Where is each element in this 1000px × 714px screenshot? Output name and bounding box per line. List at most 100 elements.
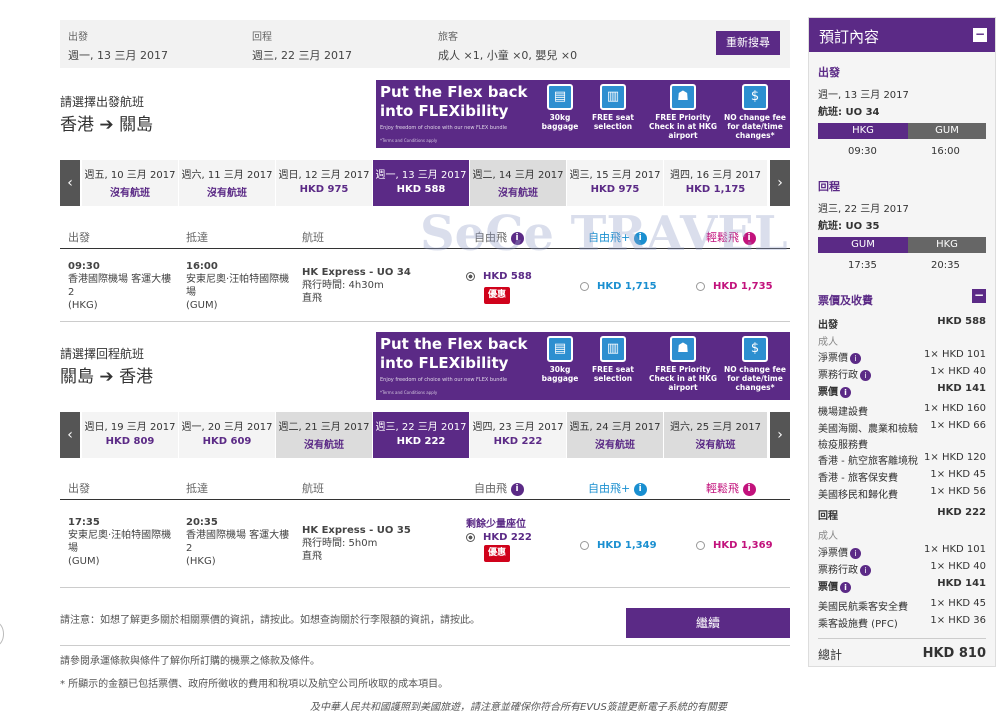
seat-icon: ▥ [600, 84, 626, 110]
research-button[interactable]: 重新搜尋 [716, 31, 780, 55]
sidebar-ret-date: 週三, 22 三月 2017 [818, 204, 909, 215]
fare-price: HKD 1,735 [713, 281, 773, 292]
checkin-feature: ☗ FREE Priority Check in at HKG airport [646, 336, 720, 392]
fare-price: HKD 1,369 [713, 540, 773, 551]
banner-terms: *Terms and Conditions apply [380, 390, 438, 395]
col-fun: 自由飛 i [474, 480, 524, 496]
flex-banner[interactable]: Put the Flex back into FLEXibility Enjoy… [376, 80, 790, 148]
fare-radio[interactable] [696, 541, 705, 550]
pax-summary: 旅客 成人 ×1, 小童 ×0, 嬰兒 ×0 [438, 28, 577, 63]
feature-label: FREE Priority Check in at HKG airport [649, 113, 717, 140]
checkin-icon: ☗ [670, 84, 696, 110]
fare-row-value: HKD 588 [937, 316, 986, 327]
fare-row: 香港 - 旅客保安費 1× HKD 45 [818, 469, 986, 484]
info-icon[interactable]: i [850, 352, 861, 364]
total-label: 總計 [818, 648, 843, 662]
fare-row: 票務行政 i 1× HKD 40 [818, 366, 986, 381]
info-icon[interactable]: i [860, 369, 871, 381]
date-cell-selected[interactable]: 週一, 13 三月 2017 HKD 588 [373, 160, 470, 206]
fare-info-note[interactable]: 請注意：如想了解更多關於相關票價的資訊，請按此。如想查詢關於行李限額的資訊，請按… [60, 611, 480, 626]
fare-radio[interactable] [696, 282, 705, 291]
flight-duration: 飛行時間: 4h30m [302, 280, 384, 291]
sidebar-out-label: 出發 [818, 66, 840, 79]
feature-label: NO change fee for date/time changes* [724, 113, 786, 140]
date-cell[interactable]: 週三, 15 三月 2017 HKD 975 [567, 160, 664, 206]
no-fee-icon: $ [742, 84, 768, 110]
date-cell[interactable]: 週日, 19 三月 2017 HKD 809 [82, 412, 179, 458]
date-price: 沒有航班 [304, 440, 344, 451]
date-cell[interactable]: 週一, 20 三月 2017 HKD 609 [179, 412, 276, 458]
scroll-handle[interactable] [0, 622, 4, 646]
fare-row: 票價 i HKD 141 [818, 578, 986, 593]
fare-price: HKD 1,715 [597, 281, 657, 292]
collapse-icon[interactable]: − [973, 28, 987, 42]
ret-route-bar: GUM HKG [818, 237, 986, 253]
dep-cell: 17:35 安東尼奧·汪帕特國際機場 (GUM) [68, 516, 180, 568]
fare-row: 檢疫服務費 [818, 436, 986, 451]
arrow-right-icon: ➔ [99, 367, 114, 387]
dep-time: 09:30 [68, 261, 100, 272]
route-origin: 關島 [60, 367, 94, 387]
fare-row-value: 1× HKD 40 [930, 366, 986, 377]
date-label: 週四, 23 三月 2017 [472, 422, 564, 433]
fare-radio[interactable] [466, 272, 475, 281]
prev-dates-button[interactable]: ‹ [60, 412, 80, 458]
fare-radio[interactable] [466, 533, 475, 542]
outbound-title: 請選擇出發航班 [60, 95, 145, 109]
fare-row: 美國民航乘客安全費 1× HKD 45 [818, 598, 986, 613]
fare-fun-plus-option[interactable]: HKD 1,715 [580, 280, 657, 294]
next-dates-button[interactable]: › [770, 412, 790, 458]
search-summary: 出發 週一, 13 三月 2017 回程 週三, 22 三月 2017 旅客 成… [60, 20, 790, 68]
date-label: 週三, 15 三月 2017 [569, 170, 661, 181]
info-icon[interactable]: i [840, 386, 851, 398]
fare-radio[interactable] [580, 541, 589, 550]
info-icon[interactable]: i [633, 482, 647, 496]
fare-flex-option[interactable]: HKD 1,735 [696, 280, 773, 294]
date-cell-selected[interactable]: 週三, 22 三月 2017 HKD 222 [373, 412, 470, 458]
route-destination: 香港 [119, 367, 154, 387]
fare-row-label: 乘客設施費 (PFC) [818, 619, 898, 630]
date-cell[interactable]: 週四, 23 三月 2017 HKD 222 [470, 412, 567, 458]
fare-row: 香港 - 航空旅客離境稅 1× HKD 120 [818, 452, 986, 467]
collapse-fares-icon[interactable]: − [972, 289, 986, 303]
pax-value: 成人 ×1, 小童 ×0, 嬰兒 ×0 [438, 49, 578, 62]
terms-note[interactable]: 請參閱承運條款與條件了解你所訂購的機票之條款及條件。 [60, 652, 320, 667]
fare-row-label: 美國海關、農業和檢驗 [818, 424, 918, 435]
date-cell[interactable]: 週二, 14 三月 2017 沒有航班 [470, 160, 567, 206]
date-price: HKD 588 [396, 184, 446, 195]
next-dates-button[interactable]: › [770, 160, 790, 206]
info-icon[interactable]: i [860, 564, 871, 576]
route-from: GUM [851, 239, 875, 250]
dep-airport: 安東尼奧·汪帕特國際機場 [68, 530, 172, 554]
info-icon[interactable]: i [742, 482, 756, 496]
col-arrive: 抵達 [186, 482, 208, 495]
fare-price: HKD 222 [483, 532, 532, 543]
divider [818, 638, 986, 639]
date-cell[interactable]: 週四, 16 三月 2017 HKD 1,175 [664, 160, 768, 206]
fare-fun-option[interactable]: HKD 588 優惠 [466, 270, 532, 304]
date-cell[interactable]: 週日, 12 三月 2017 HKD 975 [276, 160, 373, 206]
fare-flex-option[interactable]: HKD 1,369 [696, 539, 773, 553]
pax-label: 旅客 [438, 32, 458, 43]
fare-row-value: 1× HKD 160 [924, 403, 986, 414]
date-cell[interactable]: 週五, 24 三月 2017 沒有航班 [567, 412, 664, 458]
total-row: 總計 HKD 810 [818, 646, 986, 663]
sidebar-out-flight: 航班: UO 34 [818, 107, 880, 118]
date-cell[interactable]: 週六, 11 三月 2017 沒有航班 [179, 160, 276, 206]
prev-dates-button[interactable]: ‹ [60, 160, 80, 206]
info-icon[interactable]: i [840, 581, 851, 593]
date-cell[interactable]: 週六, 25 三月 2017 沒有航班 [664, 412, 768, 458]
info-icon[interactable]: i [510, 482, 524, 496]
inbound-route: 關島 ➔ 香港 [60, 362, 153, 387]
fare-radio[interactable] [580, 282, 589, 291]
info-icon[interactable]: i [850, 547, 861, 559]
date-cell[interactable]: 週二, 21 三月 2017 沒有航班 [276, 412, 373, 458]
no-fee-feature: $ NO change fee for date/time changes* [722, 84, 788, 140]
fare-fun-option[interactable]: 剩餘少量座位 HKD 222 優惠 [466, 518, 532, 562]
continue-button[interactable]: 繼續 [626, 608, 790, 638]
fare-row: 淨票價 i 1× HKD 101 [818, 544, 986, 559]
fare-row-label: 回程 [818, 511, 838, 522]
flex-banner[interactable]: Put the Flex back into FLEXibility Enjoy… [376, 332, 790, 400]
fare-fun-plus-option[interactable]: HKD 1,349 [580, 539, 657, 553]
date-cell[interactable]: 週五, 10 三月 2017 沒有航班 [82, 160, 179, 206]
